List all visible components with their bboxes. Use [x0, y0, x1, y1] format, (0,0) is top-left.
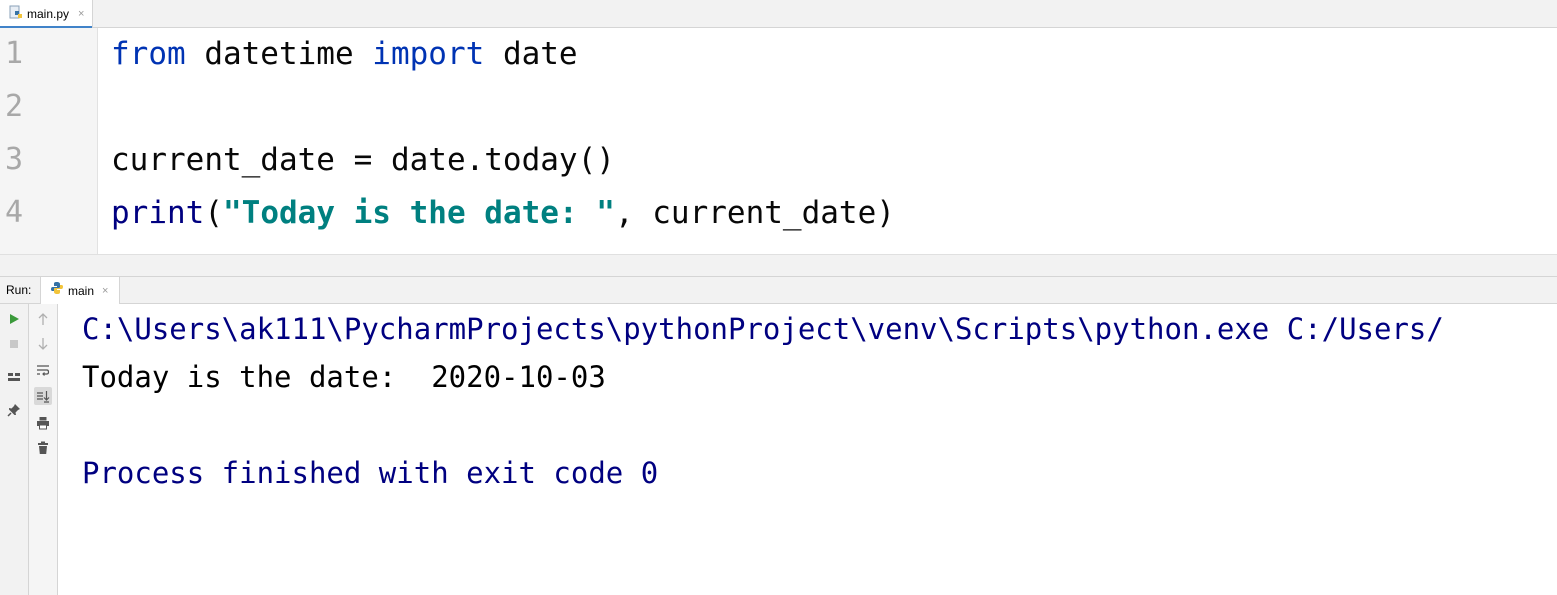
print-icon[interactable]	[34, 414, 52, 432]
close-icon[interactable]: ×	[102, 285, 108, 297]
code-token: , current_date)	[614, 195, 895, 231]
keyword-token: import	[372, 36, 485, 72]
console-exit-line: Process finished with exit code 0	[82, 456, 659, 490]
panel-splitter[interactable]	[0, 254, 1557, 277]
soft-wrap-icon[interactable]	[34, 361, 52, 379]
run-tab-main[interactable]: main ×	[40, 277, 120, 304]
console-toolbar	[29, 304, 58, 595]
code-line[interactable]: from datetime import date	[111, 28, 578, 80]
stop-icon[interactable]	[5, 335, 23, 353]
line-number: 2	[5, 89, 24, 124]
code-line[interactable]: current_date = date.today()	[111, 134, 615, 186]
run-toolbar	[0, 304, 29, 595]
scroll-to-end-icon[interactable]	[34, 387, 52, 405]
code-token: datetime	[185, 36, 373, 72]
code-token: current_date = date.today()	[111, 142, 615, 178]
code-token: (	[204, 195, 223, 231]
console-output[interactable]: C:\Users\ak111\PycharmProjects\pythonPro…	[58, 304, 1557, 595]
builtin-token: print	[111, 195, 205, 231]
code-line[interactable]: print("Today is the date: ", current_dat…	[111, 187, 895, 239]
console-output-line: Today is the date: 2020-10-03	[82, 360, 606, 394]
code-editor[interactable]: 1 2 3 4 from datetime import date curren…	[0, 28, 1557, 254]
line-number: 1	[5, 36, 24, 71]
tab-main-py[interactable]: main.py ×	[0, 0, 93, 29]
trash-icon[interactable]	[34, 439, 52, 457]
editor-tab-bar: main.py ×	[0, 0, 1557, 29]
python-icon	[50, 281, 64, 300]
down-arrow-icon[interactable]	[34, 335, 52, 353]
line-number-gutter: 1 2 3 4	[0, 28, 98, 254]
close-icon[interactable]: ×	[78, 8, 84, 20]
run-tab-label: main	[68, 283, 95, 298]
code-token: date	[484, 36, 578, 72]
layout-icon[interactable]	[5, 368, 23, 386]
pin-icon[interactable]	[5, 401, 23, 419]
run-icon[interactable]	[5, 310, 23, 328]
line-number: 3	[5, 142, 24, 177]
python-file-icon	[9, 5, 23, 24]
run-toolwindow-header: Run: main ×	[0, 277, 1557, 304]
string-token: "Today is the date: "	[223, 195, 615, 231]
console-command-line: C:\Users\ak111\PycharmProjects\pythonPro…	[82, 312, 1444, 346]
up-arrow-icon[interactable]	[34, 310, 52, 328]
run-title: Run:	[6, 283, 32, 297]
keyword-token: from	[111, 36, 186, 72]
line-number: 4	[5, 195, 24, 230]
tab-label: main.py	[27, 7, 70, 21]
